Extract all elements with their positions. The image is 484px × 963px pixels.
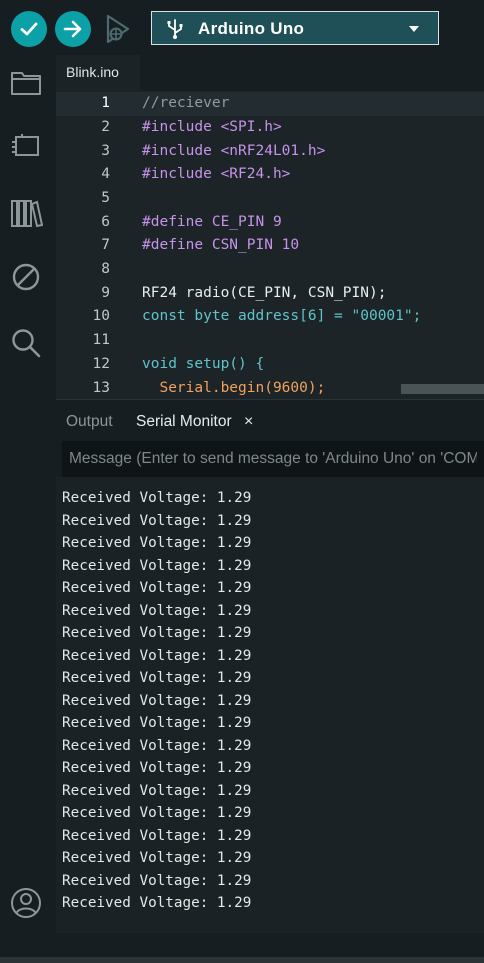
arrow-right-icon bbox=[63, 20, 82, 38]
usb-icon bbox=[167, 19, 183, 39]
serial-line: Received Voltage: 1.29 bbox=[62, 828, 252, 844]
line-number: 12 bbox=[92, 356, 110, 372]
library-manager-button[interactable] bbox=[8, 195, 44, 231]
serial-line: Received Voltage: 1.29 bbox=[62, 805, 252, 821]
code-line: 2 #include <SPI.h> bbox=[56, 116, 484, 140]
code-line: 12 void setup() { bbox=[56, 353, 484, 377]
debug-button[interactable] bbox=[99, 11, 135, 47]
code-line: 6 #define CE_PIN 9 bbox=[56, 211, 484, 235]
code-line: 3 #include <nRF24L01.h> bbox=[56, 140, 484, 164]
serial-line: Received Voltage: 1.29 bbox=[62, 760, 252, 776]
code-line: 10 const byte address[6] = "00001"; bbox=[56, 305, 484, 329]
line-number: 4 bbox=[101, 166, 110, 182]
search-icon bbox=[12, 329, 41, 358]
status-bar bbox=[0, 957, 484, 963]
serial-line: Received Voltage: 1.29 bbox=[62, 513, 252, 529]
code-line: 9 RF24 radio(CE_PIN, CSN_PIN); bbox=[56, 282, 484, 306]
boards-manager-button[interactable] bbox=[8, 129, 44, 165]
serial-line: Received Voltage: 1.29 bbox=[62, 625, 252, 641]
board-selector[interactable]: Arduino Uno bbox=[151, 11, 439, 45]
line-number: 3 bbox=[101, 143, 110, 159]
line-number: 11 bbox=[92, 332, 110, 348]
tab-serial-monitor[interactable]: Serial Monitor bbox=[136, 413, 232, 431]
code-text: #include <nRF24L01.h> bbox=[142, 143, 326, 159]
code-line: 7 #define CSN_PIN 10 bbox=[56, 234, 484, 258]
code-text: RF24 radio(CE_PIN, CSN_PIN); bbox=[142, 285, 387, 301]
line-number: 7 bbox=[101, 237, 110, 253]
serial-monitor-output[interactable]: Received Voltage: 1.29 Received Voltage:… bbox=[56, 477, 484, 933]
line-number: 1 bbox=[101, 95, 110, 111]
board-label: Arduino Uno bbox=[198, 19, 305, 38]
line-number: 9 bbox=[101, 285, 110, 301]
line-number: 5 bbox=[101, 190, 110, 206]
upload-button[interactable] bbox=[55, 11, 91, 47]
line-number: 2 bbox=[101, 119, 110, 135]
code-text: #define CE_PIN 9 bbox=[142, 214, 282, 230]
account-button[interactable] bbox=[8, 885, 44, 921]
board-manager-icon bbox=[12, 134, 39, 156]
code-text: #include <SPI.h> bbox=[142, 119, 282, 135]
serial-message-input[interactable] bbox=[62, 441, 484, 477]
code-line: 8 bbox=[56, 258, 484, 282]
line-number: 10 bbox=[92, 308, 110, 324]
serial-line: Received Voltage: 1.29 bbox=[62, 693, 252, 709]
chevron-down-icon bbox=[409, 26, 419, 32]
serial-line: Received Voltage: 1.29 bbox=[62, 873, 252, 889]
code-line: 4 #include <RF24.h> bbox=[56, 163, 484, 187]
debug-icon bbox=[106, 14, 130, 44]
code-editor[interactable]: 1 //reciever 2 #include <SPI.h> 3 #inclu… bbox=[56, 91, 484, 399]
tab-output[interactable]: Output bbox=[66, 413, 113, 431]
folder-icon bbox=[11, 72, 41, 95]
code-text: //reciever bbox=[142, 95, 230, 111]
tab-label: Blink.ino bbox=[66, 64, 119, 80]
serial-line: Received Voltage: 1.29 bbox=[62, 558, 252, 574]
code-text: const byte address[6] = "00001"; bbox=[142, 308, 422, 324]
code-text: #include <RF24.h> bbox=[142, 166, 291, 182]
serial-line: Received Voltage: 1.29 bbox=[62, 738, 252, 754]
code-text: #define CSN_PIN 10 bbox=[142, 237, 300, 253]
verify-button[interactable] bbox=[11, 11, 47, 47]
serial-line: Received Voltage: 1.29 bbox=[62, 580, 252, 596]
sketchbook-button[interactable] bbox=[8, 65, 44, 101]
close-icon[interactable]: × bbox=[244, 413, 253, 431]
serial-line: Received Voltage: 1.29 bbox=[62, 490, 252, 506]
file-tabs: Blink.ino bbox=[56, 55, 484, 91]
serial-line: Received Voltage: 1.29 bbox=[62, 603, 252, 619]
serial-line: Received Voltage: 1.29 bbox=[62, 715, 252, 731]
serial-line: Received Voltage: 1.29 bbox=[62, 535, 252, 551]
code-line: 1 //reciever bbox=[56, 92, 484, 116]
code-text: Serial.begin(9600); bbox=[142, 380, 326, 396]
line-number: 8 bbox=[101, 261, 110, 277]
code-text: void setup() { bbox=[142, 356, 265, 372]
search-button[interactable] bbox=[8, 325, 44, 361]
tab-blink-ino[interactable]: Blink.ino bbox=[56, 55, 140, 91]
panel-tabs: Output Serial Monitor × bbox=[56, 399, 484, 440]
line-number: 13 bbox=[92, 380, 110, 396]
code-line: 11 bbox=[56, 329, 484, 353]
debug-panel-button[interactable] bbox=[8, 259, 44, 295]
code-line: 5 bbox=[56, 187, 484, 211]
check-icon bbox=[20, 22, 38, 36]
serial-line: Received Voltage: 1.29 bbox=[62, 895, 252, 911]
account-icon bbox=[11, 888, 41, 918]
horizontal-scrollbar[interactable] bbox=[401, 384, 484, 394]
serial-line: Received Voltage: 1.29 bbox=[62, 783, 252, 799]
debug-disabled-icon bbox=[12, 263, 40, 291]
serial-line: Received Voltage: 1.29 bbox=[62, 648, 252, 664]
serial-line: Received Voltage: 1.29 bbox=[62, 850, 252, 866]
line-number: 6 bbox=[101, 214, 110, 230]
sidebar bbox=[0, 55, 56, 963]
toolbar: Arduino Uno bbox=[0, 0, 484, 55]
library-icon bbox=[11, 200, 43, 228]
serial-line: Received Voltage: 1.29 bbox=[62, 670, 252, 686]
